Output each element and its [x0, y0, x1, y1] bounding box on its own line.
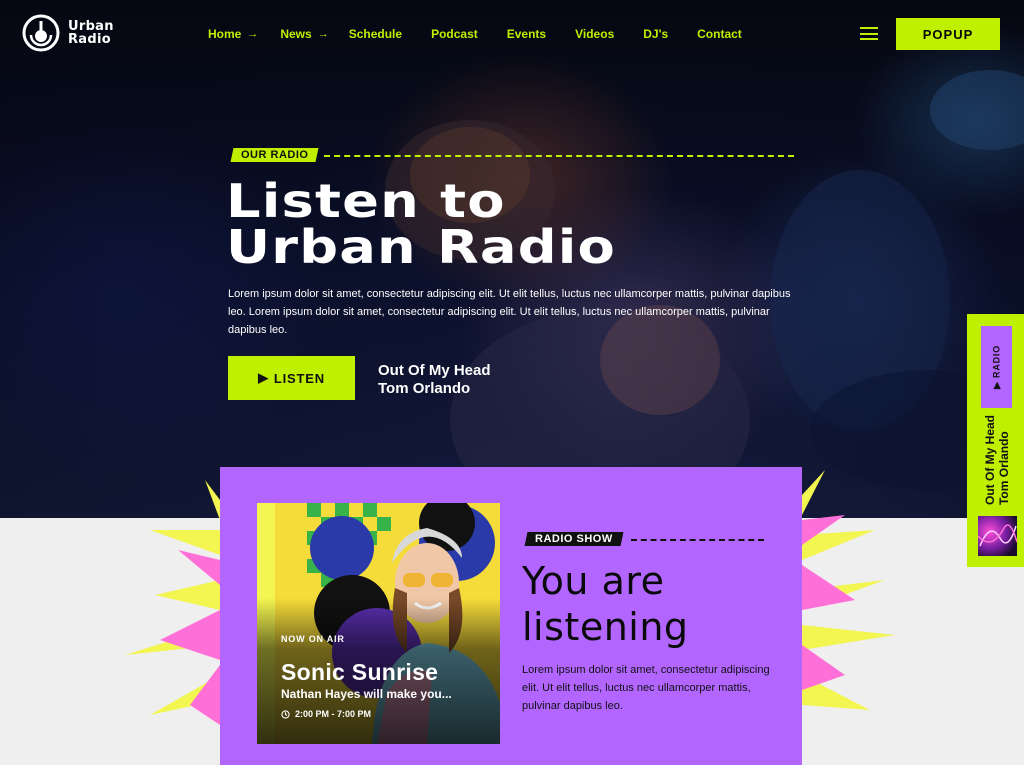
nav-item-contact[interactable]: Contact	[697, 27, 742, 41]
radio-show-description: Lorem ipsum dolor sit amet, consectetur …	[522, 664, 770, 712]
brand-name: Urban Radio	[68, 19, 114, 47]
thumbnail-image	[978, 524, 1017, 547]
show-time: 2:00 PM - 7:00 PM	[281, 709, 371, 719]
nav-item-home[interactable]: Home →	[208, 27, 258, 41]
tag-dashed-line	[324, 155, 794, 157]
nav-item-djs[interactable]: DJ's	[643, 27, 668, 41]
radio-show-tag: RADIO SHOW	[524, 532, 624, 546]
nav-item-news[interactable]: News →	[280, 27, 328, 41]
arrow-right-icon: →	[317, 28, 329, 40]
show-card[interactable]: NOW ON AIR Sonic Sunrise Nathan Hayes wi…	[257, 503, 500, 744]
now-on-air-label: NOW ON AIR	[281, 634, 345, 644]
radio-tab-button[interactable]: ▶ RADIO	[981, 326, 1012, 408]
side-track-info: Out Of My Head Tom Orlando	[983, 414, 1011, 506]
show-subtitle: Nathan Hayes will make you...	[281, 687, 452, 701]
nav-item-videos[interactable]: Videos	[575, 27, 614, 41]
nav-item-podcast[interactable]: Podcast	[431, 27, 478, 41]
listen-button[interactable]: ▶ LISTEN	[228, 356, 355, 400]
hero-title: Listen to Urban Radio	[226, 174, 617, 274]
popup-button[interactable]: POPUP	[896, 18, 1000, 50]
hamburger-icon[interactable]	[860, 27, 878, 40]
arrow-right-icon: →	[247, 28, 259, 40]
play-icon: ▶	[991, 377, 1001, 390]
track-thumbnail[interactable]	[978, 516, 1017, 556]
clock-icon	[281, 709, 290, 719]
main-nav: Home → News → Schedule Podcast Events Vide…	[208, 27, 742, 41]
nav-item-events[interactable]: Events	[507, 27, 546, 41]
hero-description: Lorem ipsum dolor sit amet, consectetur …	[228, 288, 791, 336]
logo[interactable]: Urban Radio	[22, 14, 114, 52]
radio-logo-icon	[22, 14, 60, 52]
nav-item-schedule[interactable]: Schedule	[349, 27, 402, 41]
play-icon: ▶	[258, 370, 269, 385]
radio-show-dashed-line	[631, 539, 764, 541]
you-are-listening-title: You are listening	[522, 559, 689, 649]
our-radio-tag: OUR RADIO	[230, 148, 319, 162]
show-name: Sonic Sunrise	[281, 659, 439, 685]
now-playing-track: Out Of My Head Tom Orlando	[378, 362, 491, 397]
side-player: ▶ RADIO Out Of My Head Tom Orlando	[967, 314, 1024, 567]
